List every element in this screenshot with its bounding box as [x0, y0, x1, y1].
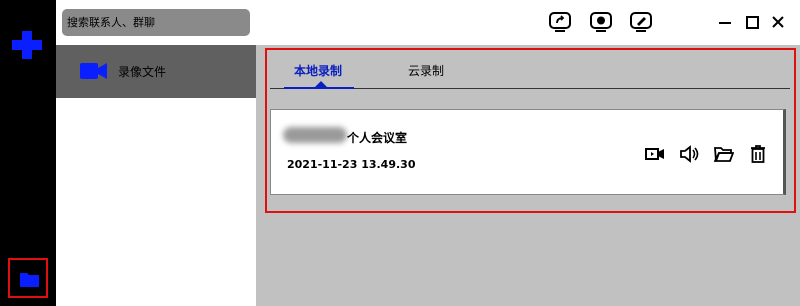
sidebar: 录像文件 [56, 45, 256, 306]
minimize-icon[interactable] [715, 12, 735, 32]
share-screen-icon[interactable] [549, 12, 571, 32]
folder-icon [20, 273, 39, 287]
folder-button[interactable] [8, 258, 48, 298]
sidebar-item-label: 录像文件 [118, 65, 167, 79]
whiteboard-icon[interactable] [630, 12, 652, 32]
highlight-box [265, 48, 796, 213]
maximize-icon[interactable] [742, 12, 762, 32]
top-bar: 搜索联系人、群聊 [56, 0, 800, 45]
search-input[interactable]: 搜索联系人、群聊 [62, 9, 250, 36]
left-rail [0, 0, 56, 306]
close-icon[interactable] [768, 12, 788, 32]
video-camera-icon [80, 63, 107, 79]
sidebar-item-recordings[interactable]: 录像文件 [56, 45, 256, 98]
record-icon[interactable] [590, 12, 612, 32]
app-logo-icon[interactable] [12, 31, 42, 59]
